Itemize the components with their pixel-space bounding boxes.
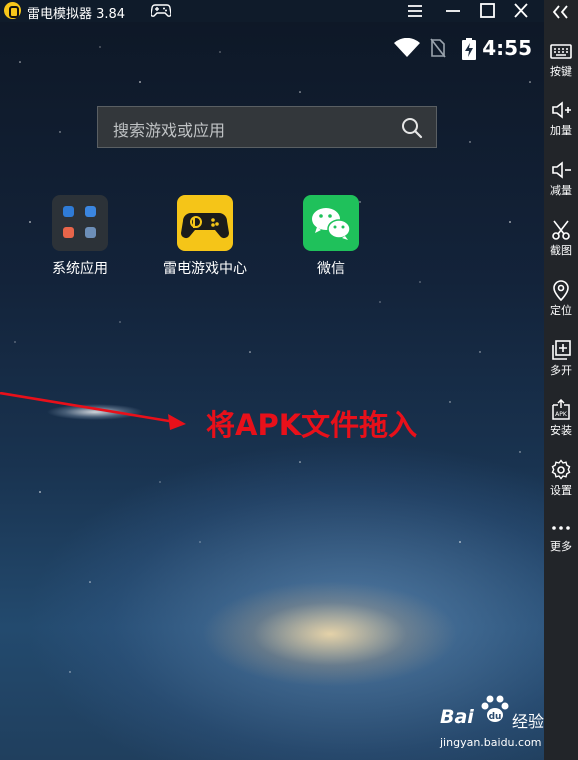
sidebar-item-label: 安装 [550,424,572,437]
battery-charging-icon [462,38,476,60]
menu-icon [408,5,422,17]
menu-button[interactable] [404,1,426,21]
window-title: 雷电模拟器 3.84 [27,7,126,22]
sidebar-item-label: 减量 [550,184,572,197]
location-pin-icon [553,280,569,302]
status-time: 4:55 [482,36,532,60]
ldplayer-logo-icon [4,2,21,19]
baidu-jingyan-watermark: Bai du 经验 jingyan.baidu.com [440,694,544,760]
app-system-apps[interactable]: 系统应用 [25,195,135,278]
wifi-icon [394,38,420,57]
sidebar-item-label: 加量 [550,124,572,137]
sidebar-item-keymap[interactable]: 按键 [544,40,578,94]
minimize-icon [446,10,460,12]
maximize-icon [480,3,495,18]
emulator-sidebar: 按键 加量 减量 截图 定位 多开 APK 安装 设置 更多 [544,0,578,760]
sidebar-item-install-apk[interactable]: APK 安装 [544,398,578,453]
sidebar-item-label: 定位 [550,304,572,317]
gamepad-icon[interactable] [151,4,171,17]
wechat-icon [303,195,359,251]
emulator-screen[interactable]: 4:55 搜索游戏或应用 系统应用 雷电游戏中心 微信 将APK文件拖入 Bai… [0,22,544,760]
volume-up-icon [552,101,571,119]
search-box[interactable]: 搜索游戏或应用 [97,106,437,148]
drag-apk-instruction: 将APK文件拖入 [206,408,418,442]
watermark-brand: Bai [440,706,474,728]
app-label: 雷电游戏中心 [163,261,247,277]
keyboard-icon [550,44,572,59]
sidebar-item-label: 按键 [550,65,572,78]
search-placeholder: 搜索游戏或应用 [113,121,226,140]
svg-text:APK: APK [555,411,568,418]
app-label: 系统应用 [52,261,108,277]
sidebar-item-screenshot[interactable]: 截图 [544,219,578,273]
close-icon [514,3,528,18]
multi-instance-icon [552,340,571,360]
sidebar-item-label: 多开 [550,364,572,377]
red-drag-arrow [0,392,186,430]
volume-down-icon [552,161,571,179]
sidebar-item-more[interactable]: 更多 [544,515,578,569]
minimize-button[interactable] [442,1,464,21]
sidebar-item-volume-up[interactable]: 加量 [544,99,578,153]
ldplayer-game-center-icon [177,195,233,251]
watermark-url: jingyan.baidu.com [440,736,542,749]
app-wechat[interactable]: 微信 [276,195,386,278]
sidebar-item-label: 更多 [550,540,572,553]
app-ldplayer-game-center[interactable]: 雷电游戏中心 [150,195,260,278]
more-dots-icon [552,526,570,530]
app-label: 微信 [317,261,345,277]
sidebar-item-settings[interactable]: 设置 [544,459,578,513]
sidebar-item-label: 设置 [550,484,572,497]
no-sim-icon [430,38,446,58]
system-apps-folder-icon [52,195,108,251]
watermark-jingyan: 经验 [511,712,544,731]
apk-install-icon: APK [552,398,570,420]
scissors-icon [552,220,570,240]
collapse-sidebar-icon[interactable] [552,3,572,21]
sidebar-item-location[interactable]: 定位 [544,279,578,333]
svg-text:du: du [489,712,502,722]
close-button[interactable] [510,1,532,21]
android-status-bar: 4:55 [392,36,532,60]
gear-icon [551,459,571,480]
search-icon[interactable] [400,116,424,140]
baidu-paw-icon: du [481,695,509,722]
sidebar-item-multi-instance[interactable]: 多开 [544,339,578,393]
window-titlebar: 雷电模拟器 3.84 [0,0,544,22]
sidebar-item-label: 截图 [550,244,572,257]
maximize-button[interactable] [476,1,498,21]
sidebar-item-volume-down[interactable]: 减量 [544,159,578,213]
